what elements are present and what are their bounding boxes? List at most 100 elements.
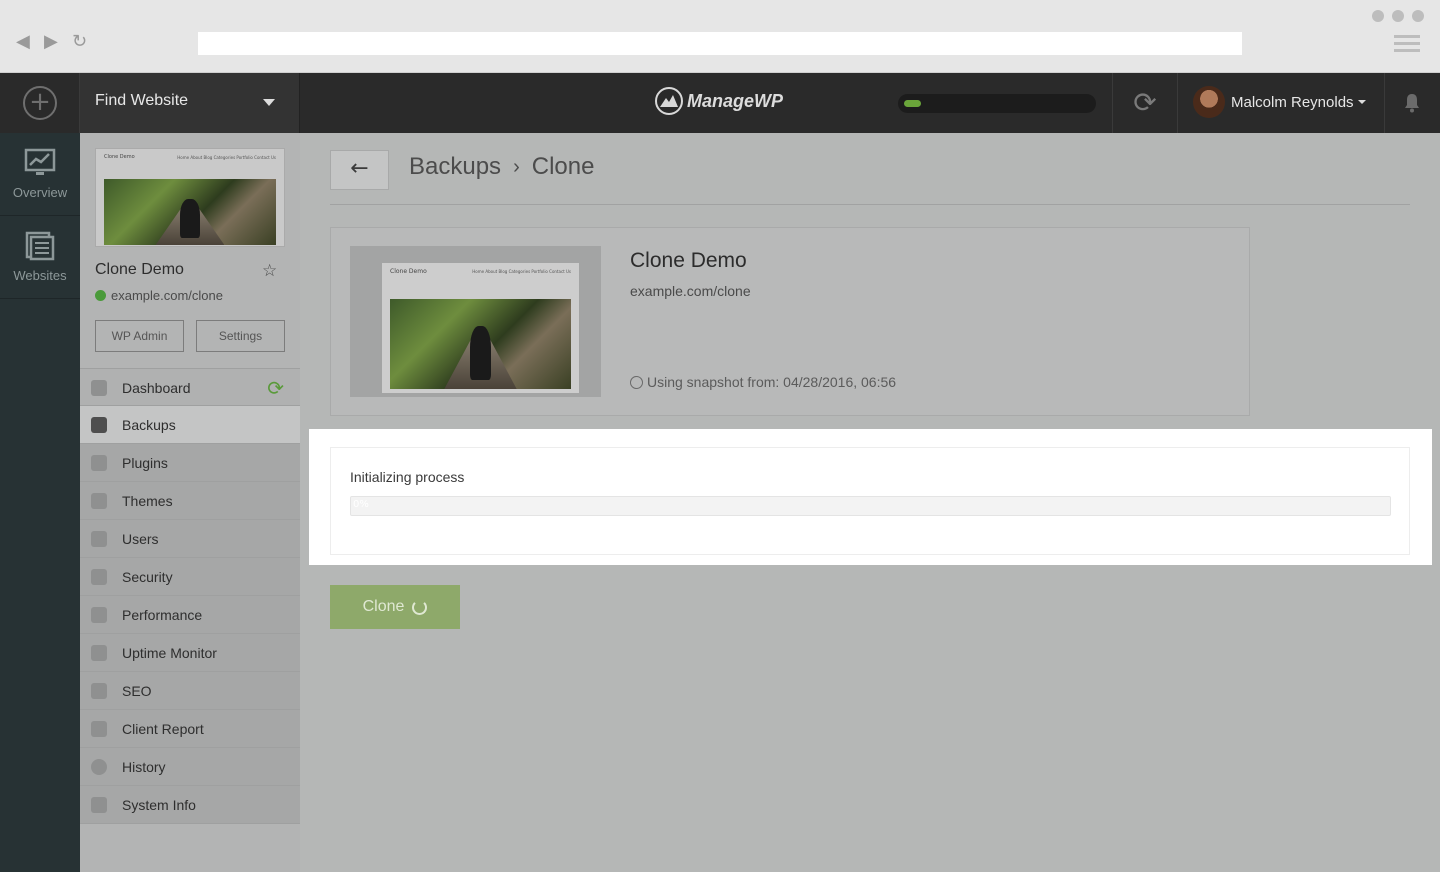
wp-admin-button[interactable]: WP Admin [95,320,184,352]
browser-menu-icon[interactable] [1394,35,1420,56]
site-url-text: example.com/clone [111,288,223,303]
divider [330,204,1410,205]
sidebar-item-label: Uptime Monitor [122,645,217,661]
plus-circle-icon: + [23,86,57,120]
process-panel: Initializing process 0% [330,447,1410,555]
websites-icon [25,231,55,261]
thumbnail-photo [104,179,276,245]
breadcrumb: Backups › Clone [409,153,594,181]
backup-drive-icon [91,417,107,433]
process-percent: 0% [353,499,369,510]
breadcrumb-separator: › [513,155,520,178]
site-preview: Clone Demo Home About Blog Categories Po… [350,246,601,397]
logo-text: ManageWP [687,90,784,111]
sidebar-item-label: System Info [122,797,196,813]
sidebar-item-security[interactable]: Security [80,558,300,596]
preview-photo [390,299,571,389]
sidebar-item-label: Dashboard [122,380,191,396]
clone-button[interactable]: Clone [330,585,460,629]
sidebar-item-uptime-monitor[interactable]: Uptime Monitor [80,634,300,672]
clock-icon [91,759,107,775]
window-dot[interactable] [1412,10,1424,22]
sidebar-item-themes[interactable]: Themes [80,482,300,520]
favorite-star-icon[interactable]: ☆ [262,261,277,281]
sidebar-item-label: Plugins [122,455,168,471]
user-name: Malcolm Reynolds [1231,93,1354,111]
window-dot[interactable] [1372,10,1384,22]
left-rail: Overview Websites [0,133,80,872]
rail-item-websites[interactable]: Websites [0,216,80,299]
preview-title: Clone Demo [390,268,427,275]
refresh-icon[interactable]: ⟳ [267,376,284,400]
sidebar-item-label: Backups [122,417,176,433]
managewp-logo[interactable]: ManageWP [655,87,783,115]
sidebar-item-label: Themes [122,493,173,509]
card-site-name: Clone Demo [630,249,747,272]
megaphone-icon [91,683,107,699]
palette-icon [91,493,107,509]
sidebar-item-label: Client Report [122,721,204,737]
snapshot-text: Using snapshot from: 04/28/2016, 06:56 [647,374,897,390]
sync-button[interactable]: ⟳ [1112,73,1178,133]
rail-label: Overview [12,185,68,200]
browser-chrome: ◀ ▶ ↻ [0,0,1440,73]
sidebar-item-client-report[interactable]: Client Report [80,710,300,748]
global-progress-fill [904,100,921,107]
global-progress-bar [898,94,1096,113]
caret-down-icon [1357,100,1366,104]
sidebar-item-users[interactable]: Users [80,520,300,558]
back-button[interactable]: ← [330,150,389,190]
thumbnail-title: Clone Demo [104,154,135,160]
managewp-logo-icon [655,87,683,115]
arrow-up-icon [91,645,107,661]
settings-button[interactable]: Settings [196,320,285,352]
arrow-left-icon: ← [350,156,369,181]
user-menu[interactable]: Malcolm Reynolds [1193,86,1366,118]
sidebar-item-history[interactable]: History [80,748,300,786]
preview-nav: Home About Blog Categories Portfolio Con… [472,269,571,274]
reload-icon[interactable]: ↻ [72,33,87,51]
forward-arrow-icon[interactable]: ▶ [44,33,58,51]
sidebar-item-plugins[interactable]: Plugins [80,444,300,482]
sidebar-item-label: Security [122,569,173,585]
chart-monitor-icon [24,148,56,175]
sync-icon: ⟳ [1133,86,1157,119]
app-topbar: + Find Website ManageWP ⟳ Malcolm Reynol… [0,73,1440,133]
sidebar-item-dashboard[interactable]: Dashboard ⟳ [80,368,300,406]
server-icon [91,797,107,813]
clone-label: Clone [362,598,405,615]
find-website-dropdown[interactable]: Find Website [80,73,300,133]
breadcrumb-current: Clone [531,153,595,180]
globe-icon [95,290,106,301]
sidebar-item-backups[interactable]: Backups [80,406,300,444]
sidebar-item-performance[interactable]: Performance [80,596,300,634]
breadcrumb-parent[interactable]: Backups [409,153,501,181]
monitor-icon [91,380,107,396]
site-thumbnail[interactable]: Clone Demo Home About Blog Categories Po… [95,148,285,247]
notifications-button[interactable] [1384,73,1440,133]
site-sidebar: Clone Demo Home About Blog Categories Po… [80,133,300,872]
card-site-url: example.com/clone [630,283,751,299]
snapshot-info: Using snapshot from: 04/28/2016, 06:56 [630,374,896,390]
rail-item-overview[interactable]: Overview [0,133,80,216]
sidebar-item-system-info[interactable]: System Info [80,786,300,824]
sidebar-item-label: SEO [122,683,152,699]
back-arrow-icon[interactable]: ◀ [16,33,30,51]
clock-icon [630,375,643,389]
find-website-label: Find Website [95,92,189,109]
site-url[interactable]: example.com/clone [95,288,223,303]
process-progress-bar: 0% [350,496,1391,516]
address-bar[interactable] [198,32,1242,55]
main-content: ← Backups › Clone Clone Demo Home About … [300,133,1440,872]
sidebar-item-label: Users [122,531,159,547]
process-label: Initializing process [350,469,465,485]
shield-icon [91,569,107,585]
sidebar-item-seo[interactable]: SEO [80,672,300,710]
sidebar-item-label: History [122,759,166,775]
add-website-button[interactable]: + [0,73,80,133]
thumbnail-nav: Home About Blog Categories Portfolio Con… [177,155,276,160]
report-chart-icon [91,721,107,737]
plug-icon [91,455,107,471]
window-dot[interactable] [1392,10,1404,22]
site-menu: Dashboard ⟳ Backups Plugins Themes Users… [80,368,300,824]
